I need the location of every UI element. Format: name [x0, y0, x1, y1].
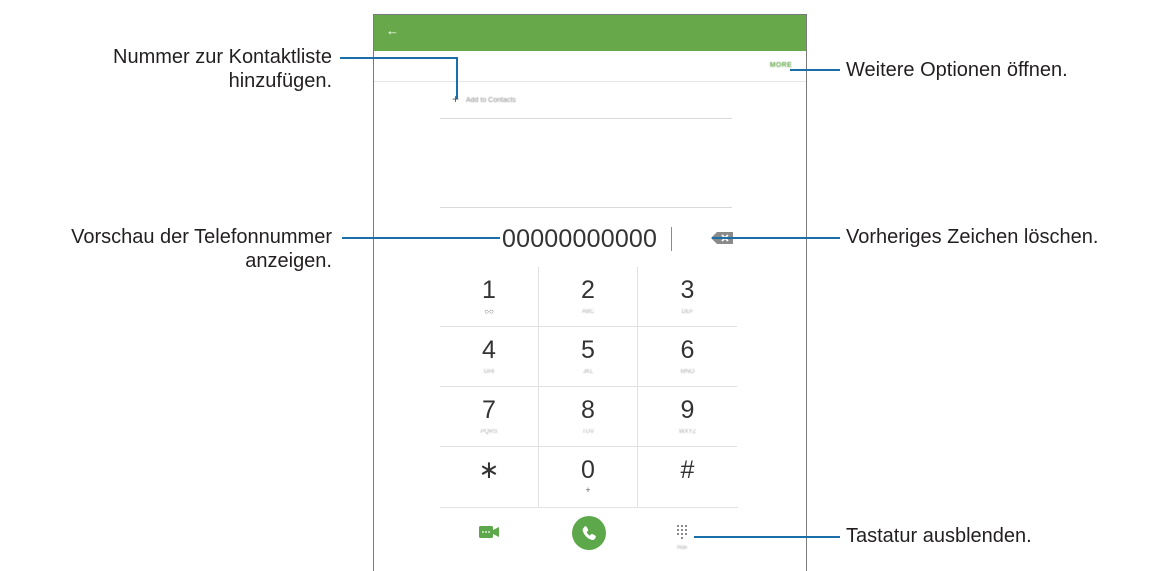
divider: [440, 507, 738, 508]
callout-text: Vorschau der Telefonnummer: [71, 226, 332, 248]
dial-key[interactable]: 0 +: [539, 447, 638, 507]
leader-line: [694, 536, 840, 538]
dial-key[interactable]: ∗: [440, 447, 539, 507]
callout-text: anzeigen.: [245, 250, 332, 272]
dial-key-digit: 9: [680, 396, 695, 424]
callout-more-options: Weitere Optionen öffnen.: [846, 59, 1068, 81]
dial-key-digit: 3: [680, 276, 695, 304]
dial-key[interactable]: 1 ○○: [440, 267, 539, 327]
arrow-left-icon[interactable]: ←: [386, 23, 399, 38]
divider: [440, 207, 732, 208]
app-bar: ←: [374, 15, 806, 51]
video-call-icon[interactable]: [479, 525, 499, 539]
dial-key[interactable]: 9 WXYZ: [638, 387, 737, 447]
dial-key-letters: DEF: [681, 309, 694, 315]
callout-text: hinzufügen.: [228, 70, 332, 92]
dial-key[interactable]: 8 TUV: [539, 387, 638, 447]
callout-hide-keypad: Tastatur ausblenden.: [846, 525, 1032, 547]
hide-keypad-label: Hide: [677, 545, 688, 551]
dial-key-letters: MNO: [680, 369, 695, 375]
dial-key-digit: 2: [581, 276, 595, 304]
dial-key[interactable]: 6 MNO: [638, 327, 737, 387]
leader-line: [456, 57, 458, 99]
dial-key-letters: TUV: [582, 429, 594, 435]
voicemail-icon: ○○: [484, 307, 494, 316]
add-to-contacts-label: Add to Contacts: [466, 97, 516, 104]
dial-key-letters: PQRS: [480, 429, 498, 435]
dial-key-digit: 7: [482, 396, 496, 424]
dial-key-digit: 8: [581, 396, 595, 424]
dial-key-digit: 0: [581, 456, 595, 484]
dial-key-letters: WXYZ: [678, 429, 697, 435]
callout-add-to-contacts: Nummer zur Kontaktliste hinzufügen.: [113, 45, 332, 93]
dial-key[interactable]: 5 JKL: [539, 327, 638, 387]
more-button[interactable]: MORE: [770, 62, 792, 69]
dial-key-digit: 5: [581, 336, 595, 364]
callout-text: Nummer zur Kontaktliste: [113, 46, 332, 68]
phone-icon: [582, 526, 596, 541]
divider: [440, 118, 732, 119]
dial-key-digit: #: [680, 456, 695, 484]
dial-key-letters: JKL: [582, 369, 594, 375]
callout-delete-char: Vorheriges Zeichen löschen.: [846, 226, 1099, 248]
dial-key[interactable]: 4 GHI: [440, 327, 539, 387]
dial-keypad: 1 ○○ 2 ABC 3 DEF 4 GHI 5 JKL 6 MNO 7 PQRS 8 TUV 9 WXYZ ∗ 0 +…: [440, 267, 738, 507]
text-cursor: [671, 227, 672, 251]
dial-key-digit: 4: [482, 336, 496, 364]
dial-key[interactable]: #: [638, 447, 737, 507]
callout-number-preview: Vorschau der Telefonnummer anzeigen.: [71, 225, 332, 273]
dial-key-digit: ∗: [478, 456, 500, 484]
dial-key-digit: 6: [680, 336, 695, 364]
dial-key-letters: +: [585, 485, 591, 495]
dial-key[interactable]: 7 PQRS: [440, 387, 539, 447]
call-button[interactable]: [572, 516, 606, 550]
dial-key-digit: 1: [482, 276, 496, 304]
phone-screen: ← MORE + Add to Contacts 00000000000 1 ○○…: [373, 14, 807, 571]
leader-line: [340, 57, 458, 59]
leader-line: [342, 237, 500, 239]
divider: [374, 81, 806, 82]
dial-key-letters: ABC: [581, 309, 595, 315]
dial-key[interactable]: 2 ABC: [539, 267, 638, 327]
dial-key[interactable]: 3 DEF: [638, 267, 737, 327]
leader-line: [790, 69, 840, 71]
dialed-number-field[interactable]: 00000000000: [502, 225, 657, 254]
dial-key-letters: GHI: [483, 369, 495, 375]
hide-keypad-icon[interactable]: [674, 522, 692, 544]
leader-line: [712, 237, 840, 239]
